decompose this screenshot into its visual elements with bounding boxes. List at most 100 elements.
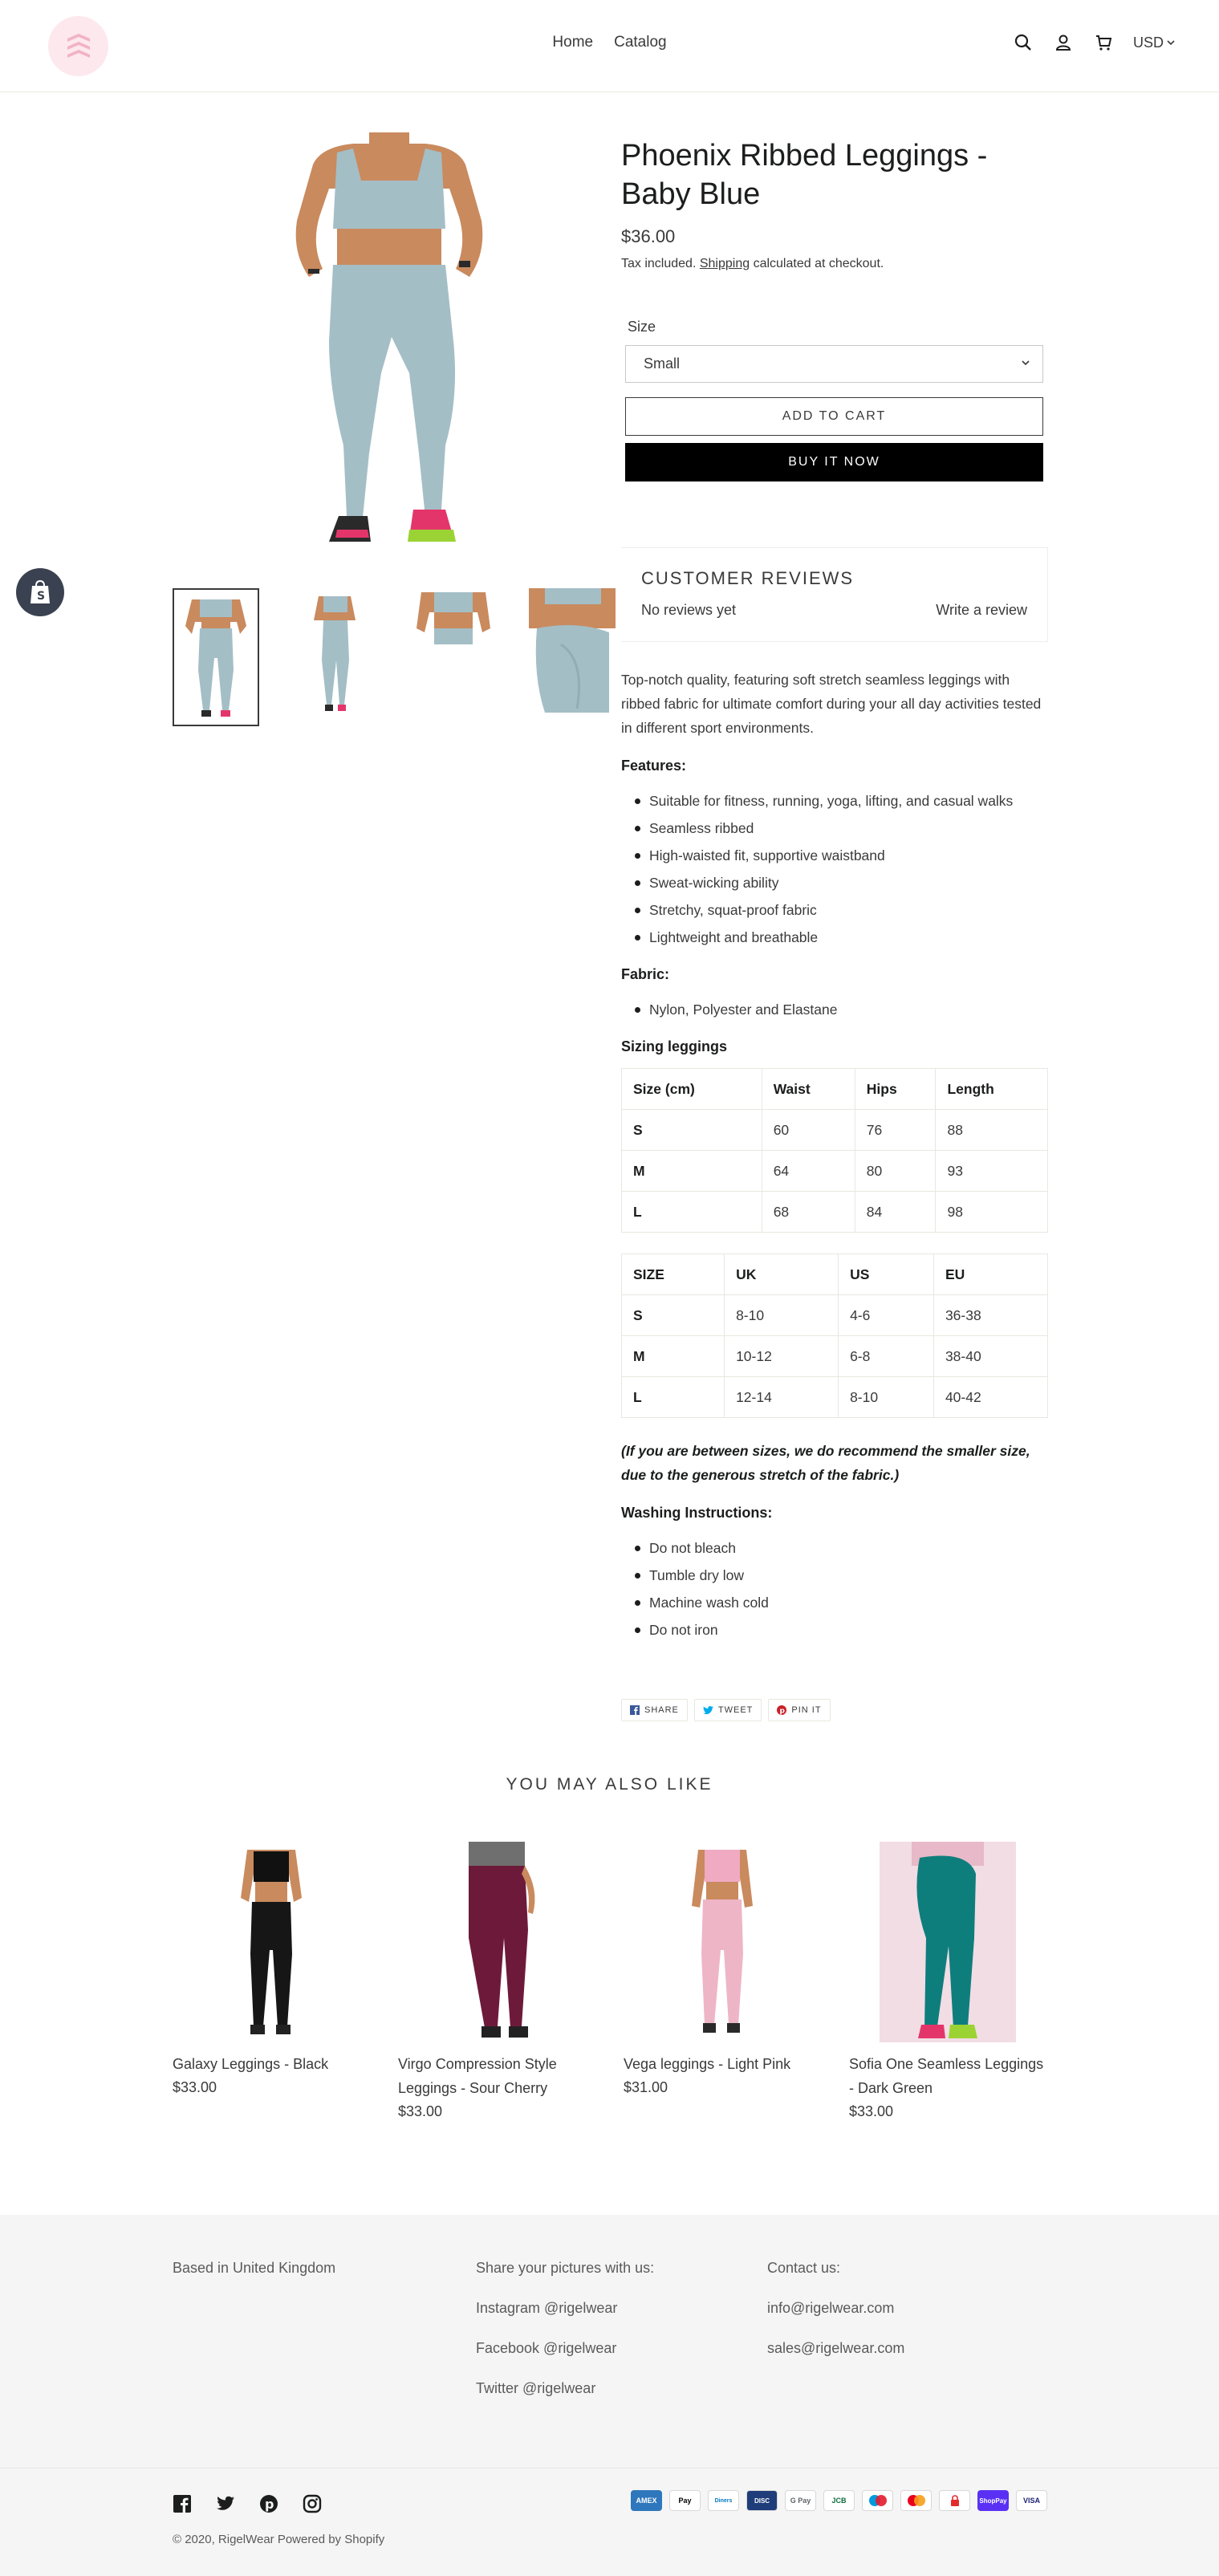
nav-home[interactable]: Home — [552, 34, 593, 51]
facebook-icon[interactable] — [173, 2494, 192, 2513]
jcb-icon: JCB — [823, 2490, 855, 2511]
site-header: Home Catalog USD — [0, 0, 1219, 92]
washing-heading: Washing Instructions: — [621, 1505, 773, 1521]
shipping-link[interactable]: Shipping — [700, 257, 750, 270]
thumbnail-2[interactable] — [291, 588, 378, 726]
share-pinterest-button[interactable]: p PIN IT — [768, 1699, 831, 1721]
table-cell: US — [838, 1253, 934, 1295]
product-card-name[interactable]: Sofia One Seamless Leggings - Dark Green — [849, 2052, 1046, 2100]
twitter-icon[interactable] — [216, 2494, 235, 2513]
footer-social-heading: Share your pictures with us: — [476, 2260, 655, 2276]
footer-social-icons: p — [173, 2494, 322, 2513]
thumbnail-1[interactable] — [173, 588, 259, 726]
product-card-image[interactable] — [624, 1839, 820, 2044]
footer-column-contact: Contact us: info@rigelwear.com sales@rig… — [767, 2260, 904, 2380]
product-card-name[interactable]: Virgo Compression Style Leggings - Sour … — [398, 2052, 595, 2100]
account-icon[interactable] — [1053, 32, 1074, 53]
write-review-link[interactable]: Write a review — [936, 602, 1027, 619]
fabric-heading: Fabric: — [621, 966, 670, 982]
list-item: Machine wash cold — [621, 1589, 1046, 1616]
list-item: Stretchy, squat-proof fabric — [621, 896, 1046, 924]
pin-label: PIN IT — [791, 1705, 822, 1715]
instagram-icon[interactable] — [303, 2494, 322, 2513]
table-cell: L — [620, 1376, 725, 1418]
table-cell: EU — [933, 1253, 1049, 1295]
table-cell: 8-10 — [724, 1294, 839, 1336]
tweet-label: TWEET — [717, 1705, 754, 1715]
features-list: Suitable for fitness, running, yoga, lif… — [621, 787, 1046, 951]
footer-contact-heading: Contact us: — [767, 2260, 841, 2276]
product-card-image[interactable] — [849, 1839, 1046, 2044]
footer-location: Based in United Kingdom — [173, 2260, 336, 2276]
cart-icon[interactable] — [1093, 32, 1114, 53]
table-row: S 8-10 4-6 36-38 — [620, 1294, 1049, 1336]
visa-icon: VISA — [1016, 2490, 1047, 2511]
table-cell: UK — [724, 1253, 839, 1295]
mastercard-icon: MC — [900, 2490, 932, 2511]
copyright: © 2020, RigelWear Powered by Shopify — [173, 2533, 385, 2546]
currency-label: USD — [1132, 34, 1164, 51]
site-footer: Based in United Kingdom Share your pictu… — [0, 2215, 1219, 2576]
product-card-image[interactable] — [173, 1839, 369, 2044]
facebook-icon — [630, 1705, 640, 1715]
list-item: Do not bleach — [621, 1534, 1046, 1562]
shop-pay-icon: ShopPay — [977, 2490, 1009, 2511]
footer-column-social: Share your pictures with us: Instagram @… — [476, 2260, 654, 2420]
product-card[interactable]: Vega leggings - Light Pink $31.00 — [624, 1839, 820, 2123]
product-card[interactable]: Sofia One Seamless Leggings - Dark Green… — [849, 1839, 1046, 2123]
thumbnail-3[interactable] — [410, 588, 497, 726]
size-select[interactable]: Small — [625, 345, 1043, 383]
list-item: Tumble dry low — [621, 1562, 1046, 1589]
table-row: M 10-12 6-8 38-40 — [620, 1335, 1049, 1377]
size-label: Size — [628, 319, 656, 335]
currency-selector[interactable]: USD — [1133, 35, 1175, 51]
table-cell: 93 — [935, 1150, 1048, 1192]
footer-column-location: Based in United Kingdom — [173, 2260, 335, 2300]
buy-now-button[interactable]: BUY IT NOW — [625, 443, 1043, 481]
social-share: SHARE TWEET p PIN IT — [621, 1699, 831, 1721]
product-card-name[interactable]: Vega leggings - Light Pink — [624, 2052, 820, 2076]
table-cell: 40-42 — [933, 1376, 1049, 1418]
tax-prefix: Tax included. — [621, 257, 697, 270]
nav-catalog[interactable]: Catalog — [614, 34, 667, 51]
chevron-down-icon — [1167, 40, 1175, 46]
table-cell: 36-38 — [933, 1294, 1049, 1336]
table-row: L 12-14 8-10 40-42 — [620, 1376, 1049, 1418]
footer-twitter-link[interactable]: Twitter @rigelwear — [476, 2380, 654, 2397]
footer-facebook-link[interactable]: Facebook @rigelwear — [476, 2340, 654, 2357]
table-cell: 4-6 — [838, 1294, 934, 1336]
product-card-name[interactable]: Galaxy Leggings - Black — [173, 2052, 369, 2076]
search-icon[interactable] — [1013, 32, 1034, 53]
sizing-note: (If you are between sizes, we do recomme… — [621, 1443, 1030, 1483]
list-item: Lightweight and breathable — [621, 924, 1046, 951]
share-facebook-button[interactable]: SHARE — [621, 1699, 688, 1721]
thumbnail-4[interactable] — [529, 588, 616, 726]
pinterest-icon: p — [777, 1705, 787, 1715]
product-main-image[interactable] — [249, 132, 530, 558]
discover-icon: DISC — [746, 2490, 778, 2511]
footer-email-sales[interactable]: sales@rigelwear.com — [767, 2340, 904, 2357]
pinterest-icon[interactable]: p — [259, 2494, 278, 2513]
share-twitter-button[interactable]: TWEET — [693, 1699, 762, 1721]
table-cell: Hips — [854, 1068, 937, 1110]
footer-email-info[interactable]: info@rigelwear.com — [767, 2300, 904, 2317]
footer-instagram-link[interactable]: Instagram @rigelwear — [476, 2300, 654, 2317]
add-to-cart-button[interactable]: ADD TO CART — [625, 397, 1043, 436]
tax-suffix: calculated at checkout. — [753, 257, 884, 270]
product-info: Phoenix Ribbed Leggings - Baby Blue $36.… — [621, 136, 1046, 271]
product-price: $36.00 — [621, 226, 676, 246]
product-card-image[interactable] — [398, 1839, 595, 2044]
table-cell: 80 — [854, 1150, 937, 1192]
diners-club-icon: Diners — [708, 2490, 739, 2511]
product-card-price: $33.00 — [398, 2103, 443, 2119]
table-cell: 98 — [935, 1191, 1048, 1233]
list-item: High-waisted fit, supportive waistband — [621, 842, 1046, 869]
shopify-bag-icon[interactable]: S — [16, 568, 64, 616]
description-intro: Top-notch quality, featuring soft stretc… — [621, 672, 1042, 736]
product-card[interactable]: Virgo Compression Style Leggings - Sour … — [398, 1839, 595, 2123]
sizing-heading: Sizing leggings — [621, 1038, 728, 1054]
payment-icons: AMEX Pay Diners DISC G Pay JCB Maestro M… — [631, 2490, 1047, 2511]
list-item: Nylon, Polyester and Elastane — [621, 996, 1046, 1023]
product-card[interactable]: Galaxy Leggings - Black $33.00 — [173, 1839, 369, 2123]
table-cell: 12-14 — [724, 1376, 839, 1418]
